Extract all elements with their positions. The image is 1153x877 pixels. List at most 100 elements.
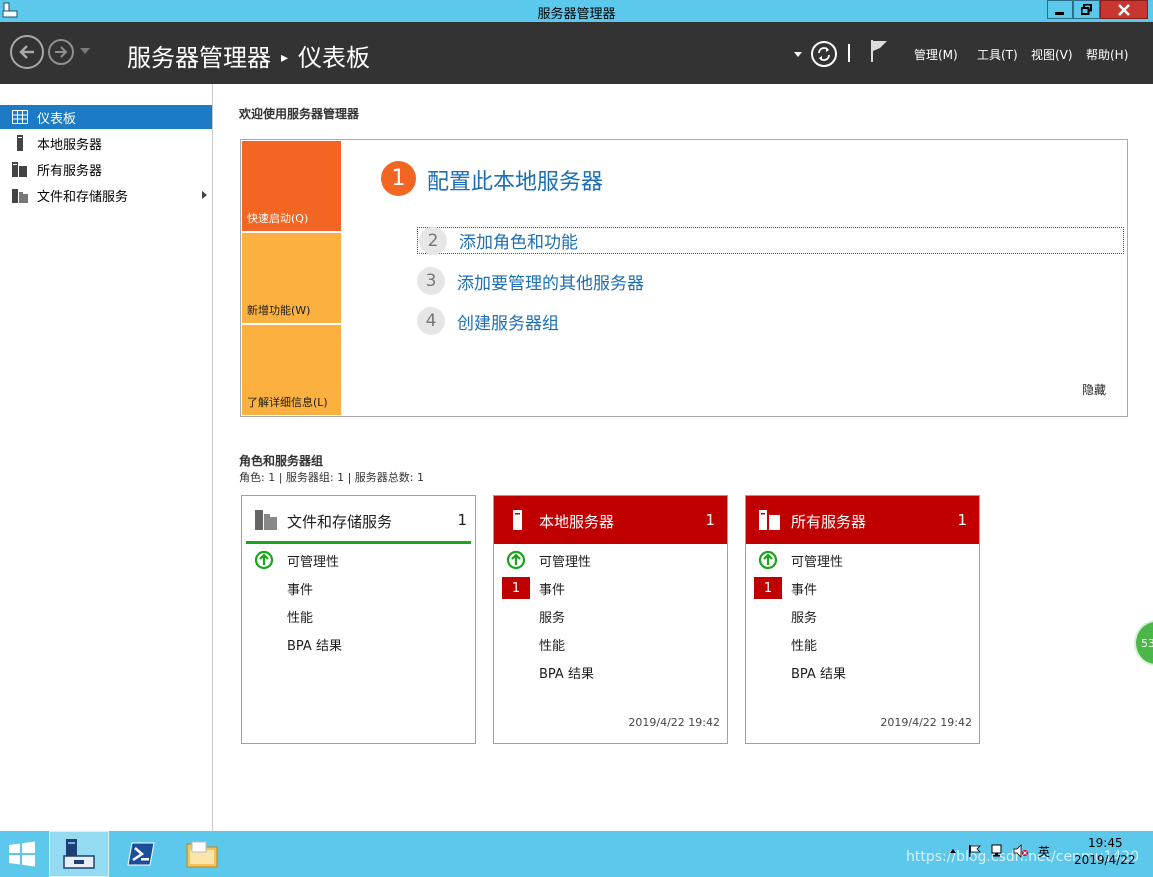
row-label: 可管理性 [539,554,592,570]
row-spacer [502,605,530,627]
step-link[interactable]: 创建服务器组 [457,309,559,334]
minimize-button[interactable] [1047,0,1073,19]
tile-whats-new[interactable]: 新增功能(W) [242,233,341,323]
menu-view[interactable]: 视图(V) [1031,46,1073,63]
taskbar-server-manager[interactable] [49,831,109,877]
breadcrumb-root[interactable]: 服务器管理器 [127,44,271,72]
card-timestamp: 2019/4/22 19:42 [880,716,972,729]
step-link[interactable]: 添加角色和功能 [459,228,578,253]
row-label: 可管理性 [791,554,844,570]
step-create-server-group[interactable]: 4 创建服务器组 [417,307,559,335]
sidebar-item-all-servers[interactable]: 所有服务器 [0,157,212,181]
navigation-history-dropdown[interactable] [80,48,90,54]
row-label: BPA 结果 [539,666,594,682]
card-timestamp: 2019/4/22 19:42 [628,716,720,729]
step-number-badge: 2 [419,226,447,255]
step-configure-local-server[interactable]: 配置此本地服务器 [427,164,603,196]
role-card-all-servers[interactable]: 所有服务器 1 可管理性 1 事件 服务 性能 BPA 结果 2019/4/22… [745,495,980,744]
row-spacer [754,661,782,683]
card-row-services[interactable]: 服务 [502,605,565,627]
role-card-local-server[interactable]: 本地服务器 1 可管理性 1 事件 服务 性能 BPA 结果 2019/4/22… [493,495,728,744]
welcome-title: 欢迎使用服务器管理器 [239,107,360,121]
tile-learn-more[interactable]: 了解详细信息(L) [242,325,341,415]
card-header[interactable]: 所有服务器 1 [746,496,979,544]
card-row-performance[interactable]: 性能 [502,633,565,655]
card-row-bpa[interactable]: BPA 结果 [502,661,594,683]
sidebar-item-label: 文件和存储服务 [37,189,129,205]
menu-help[interactable]: 帮助(H) [1086,46,1128,63]
sidebar-item-dashboard[interactable]: 仪表板 [0,105,212,129]
card-count: 1 [457,511,467,529]
step-link[interactable]: 添加要管理的其他服务器 [457,269,644,294]
close-icon [1118,3,1130,16]
role-card-file-storage[interactable]: 文件和存储服务 1 可管理性 事件 性能 BPA 结果 [241,495,476,744]
expand-arrow-icon[interactable] [202,191,207,199]
menu-tools[interactable]: 工具(T) [977,46,1018,63]
input-method-indicator[interactable]: 英 [1036,843,1052,859]
notifications-flag-icon[interactable] [869,39,889,63]
step-number-badge: 3 [417,267,445,295]
menu-manage[interactable]: 管理(M) [914,46,958,63]
folder-icon [186,841,218,868]
row-label: BPA 结果 [791,666,846,682]
row-label: 服务 [539,610,566,626]
action-center-flag-icon[interactable] [967,843,983,859]
hide-welcome-link[interactable]: 隐藏 [1082,381,1106,398]
tile-quick-start[interactable]: 快速启动(Q) [242,141,341,231]
restore-button[interactable] [1073,0,1100,19]
card-row-events[interactable]: 1 事件 [754,577,817,599]
row-label: 事件 [791,582,818,598]
row-label: 性能 [791,638,818,654]
card-row-performance[interactable]: 性能 [754,633,817,655]
clock-date[interactable]: 2019/4/22 [1074,853,1136,867]
app-header: 服务器管理器 ▸ 仪表板 管理(M) 工具(T) 视图(V) 帮助(H) [0,22,1153,84]
card-count: 1 [957,511,967,529]
tile-label: 新增功能(W) [247,304,311,317]
card-row-manageability[interactable]: 可管理性 [250,549,339,571]
taskbar-powershell[interactable] [113,831,169,877]
breadcrumb-dropdown[interactable] [794,52,802,57]
row-spacer [754,633,782,655]
volume-muted-icon[interactable] [1013,843,1029,859]
card-row-manageability[interactable]: 可管理性 [502,549,591,571]
forward-button[interactable] [48,39,74,65]
show-hidden-icons-icon[interactable] [950,849,956,853]
network-icon[interactable] [990,843,1006,859]
events-alert-badge: 1 [502,577,530,599]
card-row-services[interactable]: 服务 [754,605,817,627]
window-title-bar[interactable]: 服务器管理器 [0,0,1153,22]
start-button[interactable] [0,831,44,877]
sidebar-item-label: 仪表板 [37,111,77,127]
card-row-events[interactable]: 1 事件 [502,577,565,599]
events-alert-badge: 1 [754,577,782,599]
roles-summary: 角色: 1 | 服务器组: 1 | 服务器总数: 1 [239,471,425,484]
card-header[interactable]: 本地服务器 1 [494,496,727,544]
back-arrow-icon [19,45,34,59]
sidebar-item-file-storage[interactable]: 文件和存储服务 [0,183,212,207]
row-label: 事件 [539,582,566,598]
tile-label: 快速启动(Q) [247,212,309,225]
clock-time[interactable]: 19:45 [1088,836,1123,850]
dashboard-icon [12,109,28,125]
card-row-performance[interactable]: 性能 [250,605,313,627]
taskbar-file-explorer[interactable] [173,831,231,877]
back-button[interactable] [10,35,44,69]
step-add-other-servers[interactable]: 3 添加要管理的其他服务器 [417,267,644,295]
navigation-sidebar: 仪表板 本地服务器 所有服务器 文件和存储服务 [0,84,213,831]
refresh-icon [818,47,830,61]
card-row-bpa[interactable]: BPA 结果 [250,633,342,655]
roles-section-title: 角色和服务器组 [239,454,324,468]
row-label: 可管理性 [287,554,340,570]
card-row-events[interactable]: 事件 [250,577,313,599]
breadcrumb-current: 仪表板 [298,44,371,72]
refresh-button[interactable] [811,41,837,67]
card-row-manageability[interactable]: 可管理性 [754,549,843,571]
servers-icon [12,161,28,177]
card-header[interactable]: 文件和存储服务 1 [246,496,471,544]
card-row-bpa[interactable]: BPA 结果 [754,661,846,683]
server-manager-icon [63,839,95,869]
step-add-roles-features[interactable]: 2 添加角色和功能 [417,226,1124,255]
window-title: 服务器管理器 [537,7,616,22]
sidebar-item-local-server[interactable]: 本地服务器 [0,131,212,155]
close-button[interactable] [1100,0,1148,19]
